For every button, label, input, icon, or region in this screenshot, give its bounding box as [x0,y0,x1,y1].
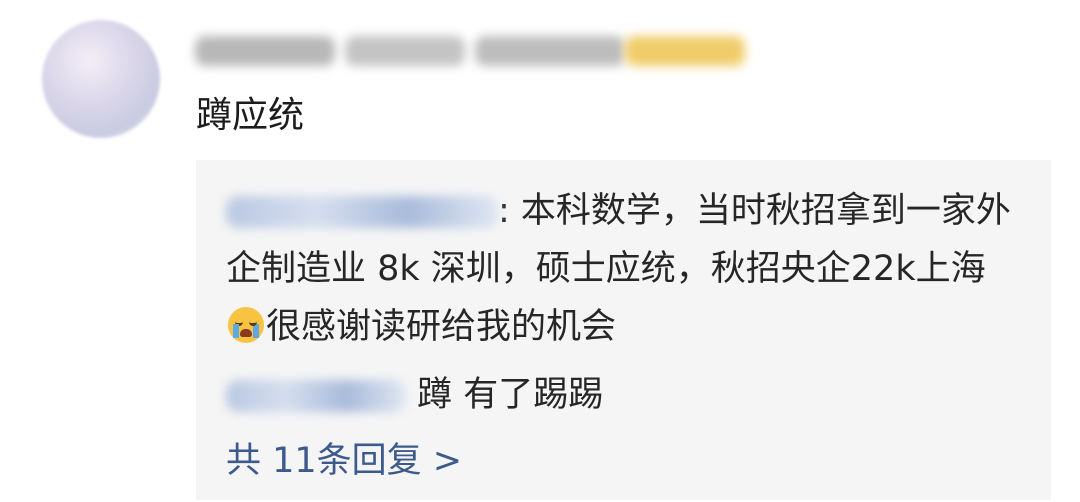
reply-text-continued: 很感谢读研给我的机会 [266,307,617,347]
comment-text: 蹲应统 [196,95,305,136]
reply-text: 蹲 有了踢踢 [417,375,604,415]
avatar[interactable] [42,20,160,138]
reply-box[interactable]: : 本科数学，当时秋招拿到一家外企制造业 8k 深圳，硕士应统，秋招央企22k上… [196,160,1051,500]
view-more-replies-link[interactable]: 共 11条回复 > [226,432,462,490]
reply-item[interactable]: 蹲 有了踢踢 [226,366,1016,424]
reply-author-blurred[interactable] [226,196,498,228]
loudly-crying-face-icon [228,307,264,343]
username-blurred[interactable] [195,28,750,74]
reply-author-blurred[interactable] [226,380,406,412]
reply-item[interactable]: : 本科数学，当时秋招拿到一家外企制造业 8k 深圳，硕士应统，秋招央企22k上… [226,182,1016,356]
